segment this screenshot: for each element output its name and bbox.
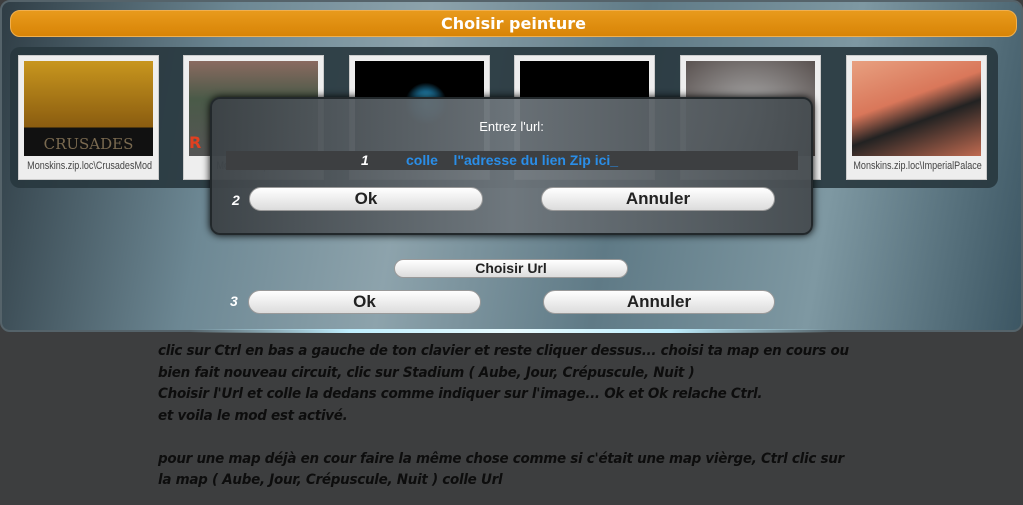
- thumbnail-imperial-palace[interactable]: Monskins.zip.loc\ImperialPalace: [846, 55, 987, 180]
- step-3-label: 3: [230, 293, 238, 309]
- thumbnail-caption: Monskins.zip.loc\ImperialPalace: [853, 160, 982, 172]
- cancel-button[interactable]: Annuler: [543, 290, 775, 314]
- instruction-line: et voila le mod est activé.: [158, 407, 348, 424]
- dialog-title: Entrez l'url:: [479, 119, 544, 134]
- instruction-line: pour une map déjà en cour faire la même …: [158, 450, 844, 467]
- dialog-cancel-button[interactable]: Annuler: [541, 187, 775, 211]
- dialog-ok-button[interactable]: Ok: [249, 187, 483, 211]
- choose-url-button[interactable]: Choisir Url: [394, 259, 628, 278]
- instructions-text: clic sur Ctrl en bas a gauche de ton cla…: [158, 341, 958, 492]
- panel-glow: [190, 329, 830, 333]
- instruction-line: la map ( Aube, Jour, Crépuscule, Nuit ) …: [158, 472, 503, 488]
- step-2-label: 2: [232, 192, 240, 208]
- thumbnail-image: [852, 61, 981, 156]
- url-dialog: Entrez l'url: 1 colle l"adresse du lien …: [210, 97, 813, 235]
- instruction-line: Choisir l'Url et colle la dedans comme i…: [158, 386, 763, 402]
- url-input[interactable]: 1 colle l"adresse du lien Zip ici_: [226, 151, 798, 170]
- thumbnail-image: CRUSADES: [24, 61, 153, 156]
- instruction-line: [158, 427, 902, 449]
- thumbnail-caption: Monskins.zip.loc\CrusadesMod: [27, 160, 153, 172]
- ok-button[interactable]: Ok: [248, 290, 481, 314]
- thumbnail-crusades[interactable]: CRUSADES Monskins.zip.loc\CrusadesMod: [18, 55, 159, 180]
- url-input-value: colle l"adresse du lien Zip ici_: [406, 152, 619, 168]
- instruction-line: bien fait nouveau circuit, clic sur Stad…: [158, 364, 695, 381]
- step-1-label: 1: [361, 152, 369, 168]
- window-title: Choisir peinture: [10, 10, 1017, 37]
- instruction-line: clic sur Ctrl en bas a gauche de ton cla…: [158, 343, 849, 359]
